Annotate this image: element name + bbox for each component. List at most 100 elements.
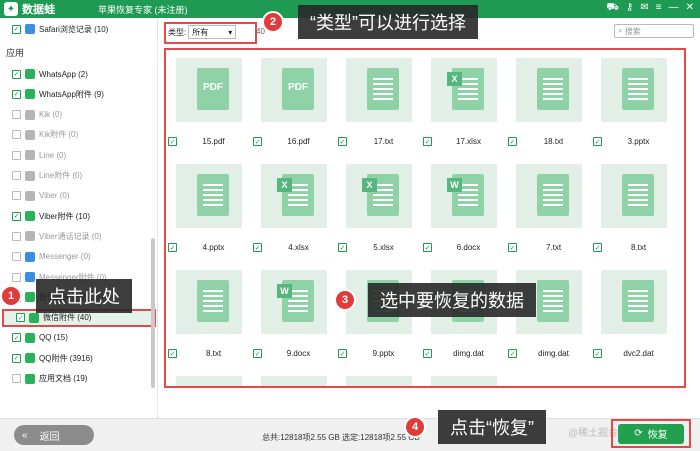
checkbox[interactable]: ✓ bbox=[12, 333, 21, 343]
file-tile[interactable]: X ✓ 5.xlsx bbox=[338, 160, 412, 252]
checkbox[interactable] bbox=[12, 231, 21, 241]
wechat-icon bbox=[29, 312, 39, 323]
checkbox[interactable]: ✓ bbox=[12, 353, 21, 363]
file-name: dimg.dat bbox=[453, 349, 484, 358]
txt-file-icon bbox=[197, 174, 229, 216]
file-tile[interactable] bbox=[423, 372, 497, 386]
file-tile[interactable]: W ✓ 6.docx bbox=[423, 160, 497, 252]
sidebar-item[interactable]: 应用文档 (19) bbox=[0, 370, 150, 388]
cart-icon[interactable]: ⛟ bbox=[606, 2, 619, 15]
checkbox[interactable]: ✓ bbox=[16, 313, 25, 323]
section-header-apps: 应用 bbox=[6, 48, 25, 58]
file-checkbox[interactable]: ✓ bbox=[253, 243, 262, 252]
file-tile[interactable]: ✓ 8.txt bbox=[593, 160, 667, 252]
checkbox[interactable]: ✓ bbox=[12, 89, 21, 99]
app-window: ✦ 数据蛙 苹果恢复专家 (未注册) ⛟ ⚷ ✉ ≡ — ✕ ✓ Safari浏… bbox=[0, 0, 700, 451]
file-tile[interactable]: PDF ✓ 16.pdf bbox=[253, 54, 327, 146]
file-checkbox[interactable]: ✓ bbox=[168, 349, 177, 358]
feedback-icon[interactable]: ✉ bbox=[640, 2, 648, 15]
close-icon[interactable]: ✕ bbox=[686, 2, 694, 15]
file-name: 18.txt bbox=[543, 137, 564, 146]
file-checkbox[interactable]: ✓ bbox=[423, 349, 432, 358]
file-tile[interactable]: X ✓ 4.xlsx bbox=[253, 160, 327, 252]
file-label: ✓ 9.docx bbox=[253, 349, 331, 358]
checkbox[interactable] bbox=[12, 110, 21, 120]
sidebar-item[interactable]: ✓ QQ (15) bbox=[0, 329, 150, 347]
sidebar-item[interactable]: ✓ WhatsApp附件 (9) bbox=[0, 85, 150, 103]
file-checkbox[interactable]: ✓ bbox=[593, 349, 602, 358]
sidebar-item[interactable]: Messenger (0) bbox=[0, 248, 150, 266]
file-tile[interactable]: ✓ 4.pptx bbox=[168, 160, 242, 252]
file-checkbox[interactable]: ✓ bbox=[168, 137, 177, 146]
back-button[interactable]: « 返回 bbox=[14, 425, 94, 445]
sidebar-item[interactable]: Kik (0) bbox=[0, 106, 150, 124]
file-tile[interactable]: ✓ 7.txt bbox=[508, 160, 582, 252]
file-name: 4.pptx bbox=[202, 243, 225, 252]
file-tile[interactable]: W ✓ 9.docx bbox=[253, 266, 327, 358]
sidebar-item[interactable]: ✓ WhatsApp (2) bbox=[0, 65, 150, 83]
recover-button[interactable]: ⟳ 恢复 bbox=[618, 423, 684, 444]
sidebar-item[interactable]: Line (0) bbox=[0, 146, 150, 164]
file-label: ✓ 4.pptx bbox=[168, 243, 246, 252]
file-tile[interactable] bbox=[168, 372, 242, 386]
file-tile[interactable]: X ✓ 17.xlsx bbox=[423, 54, 497, 146]
file-checkbox[interactable]: ✓ bbox=[338, 349, 347, 358]
file-tile[interactable]: ✓ 3.pptx bbox=[593, 54, 667, 146]
file-thumbnail bbox=[176, 164, 242, 228]
minimize-icon[interactable]: — bbox=[669, 2, 679, 15]
file-checkbox[interactable]: ✓ bbox=[338, 137, 347, 146]
file-checkbox[interactable]: ✓ bbox=[338, 243, 347, 252]
callout-2: “类型”可以进行选择 bbox=[298, 5, 478, 39]
sidebar-item[interactable]: Kik附件 (0) bbox=[0, 126, 150, 144]
app-title: 苹果恢复专家 (未注册) bbox=[98, 4, 188, 15]
checkbox[interactable]: ✓ bbox=[12, 211, 21, 221]
sidebar-item[interactable]: ✓ Viber附件 (10) bbox=[0, 207, 150, 225]
file-checkbox[interactable]: ✓ bbox=[508, 137, 517, 146]
file-tile[interactable]: PDF ✓ 15.pdf bbox=[168, 54, 242, 146]
file-tile[interactable]: ✓ 17.txt bbox=[338, 54, 412, 146]
checkbox[interactable] bbox=[12, 252, 21, 262]
sidebar-item-safari-history[interactable]: ✓ Safari浏览记录 (10) bbox=[0, 20, 150, 38]
sidebar-scrollbar[interactable] bbox=[151, 238, 155, 388]
checkbox[interactable] bbox=[12, 171, 21, 180]
menu-icon[interactable]: ≡ bbox=[656, 2, 662, 15]
checkbox[interactable]: ✓ bbox=[12, 69, 21, 79]
file-tile[interactable]: ✓ 18.txt bbox=[508, 54, 582, 146]
file-checkbox[interactable]: ✓ bbox=[423, 137, 432, 146]
file-label: ✓ 4.xlsx bbox=[253, 243, 331, 252]
sidebar-item-label: WhatsApp附件 (9) bbox=[39, 89, 104, 99]
file-tile[interactable] bbox=[338, 372, 412, 388]
file-checkbox[interactable]: ✓ bbox=[253, 137, 262, 146]
sidebar-item[interactable]: Line附件 (0) bbox=[0, 167, 150, 185]
file-checkbox[interactable]: ✓ bbox=[168, 243, 177, 252]
checkbox[interactable] bbox=[12, 150, 21, 160]
file-checkbox[interactable]: ✓ bbox=[593, 243, 602, 252]
search-placeholder: 搜索 bbox=[624, 26, 641, 36]
checkbox[interactable] bbox=[12, 130, 21, 140]
file-tile[interactable]: ✓ 8.txt bbox=[168, 266, 242, 358]
file-checkbox[interactable]: ✓ bbox=[508, 349, 517, 358]
file-thumbnail bbox=[431, 376, 497, 386]
recover-icon: ⟳ bbox=[634, 428, 643, 439]
file-thumbnail: W bbox=[431, 164, 497, 228]
sidebar-item[interactable]: Viber (0) bbox=[0, 187, 150, 205]
file-checkbox[interactable]: ✓ bbox=[593, 137, 602, 146]
search-input[interactable]: ⌕ 搜索 bbox=[614, 24, 694, 38]
checkbox[interactable] bbox=[12, 272, 21, 282]
checkbox[interactable] bbox=[12, 374, 21, 383]
file-checkbox[interactable]: ✓ bbox=[508, 243, 517, 252]
sidebar-item[interactable]: ✓ QQ附件 (3916) bbox=[0, 349, 150, 367]
sidebar-item[interactable]: Viber通话记录 (0) bbox=[0, 227, 150, 245]
file-name: 16.pdf bbox=[287, 137, 310, 146]
file-tile[interactable] bbox=[253, 372, 327, 386]
file-tile[interactable]: ✓ dvc2.dat bbox=[593, 266, 667, 358]
txt-file-icon bbox=[367, 386, 399, 388]
file-thumbnail: X bbox=[346, 164, 412, 228]
key-icon[interactable]: ⚷ bbox=[626, 2, 633, 15]
file-checkbox[interactable]: ✓ bbox=[253, 349, 262, 358]
checkbox[interactable]: ✓ bbox=[12, 24, 21, 34]
sidebar-item-label: QQ (15) bbox=[39, 333, 68, 343]
file-checkbox[interactable]: ✓ bbox=[423, 243, 432, 252]
sidebar-item-label: Line附件 (0) bbox=[39, 171, 83, 180]
checkbox[interactable] bbox=[12, 191, 21, 201]
